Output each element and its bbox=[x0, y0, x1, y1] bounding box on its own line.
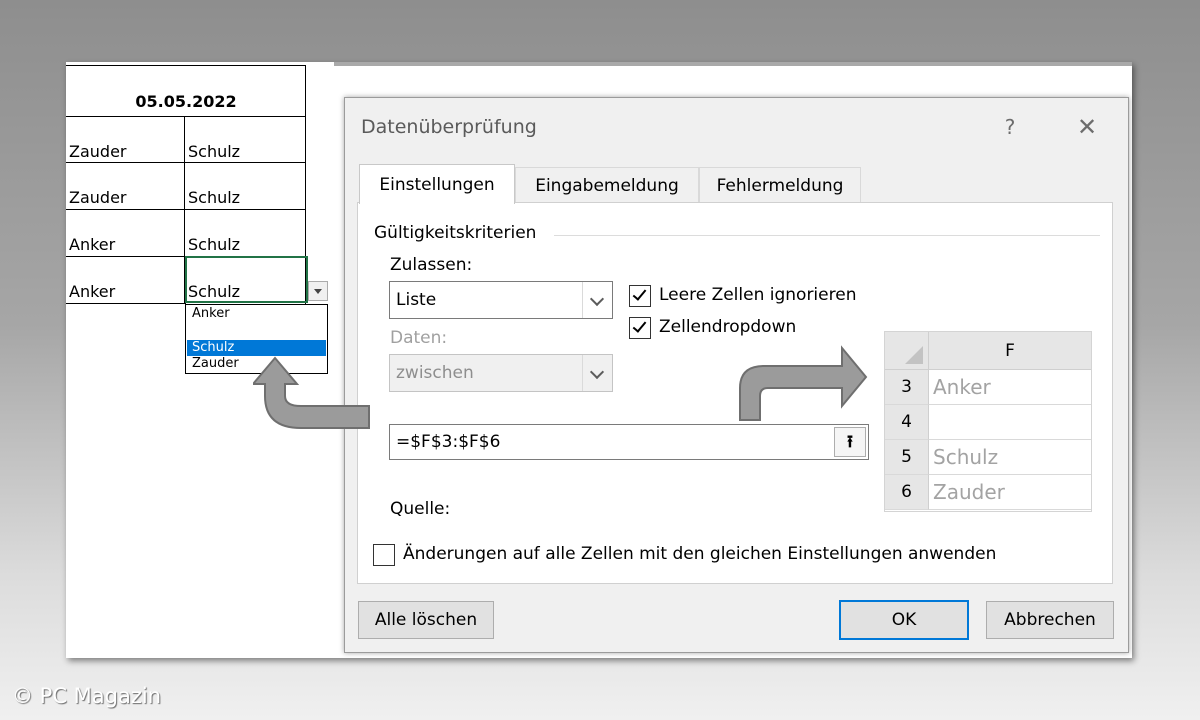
allow-label: Zulassen: bbox=[390, 255, 473, 275]
validation-criteria-label: Gültigkeitskriterien bbox=[374, 223, 547, 243]
row-header: 5 bbox=[885, 440, 929, 475]
range-cell: Anker bbox=[929, 370, 1091, 405]
grid-line bbox=[66, 303, 186, 304]
data-value: zwischen bbox=[396, 363, 474, 383]
cell-dropdown-button[interactable] bbox=[308, 281, 328, 301]
group-divider bbox=[554, 235, 1100, 236]
range-cell bbox=[929, 405, 1091, 440]
in-cell-dropdown-label[interactable]: Zellendropdown bbox=[659, 317, 796, 337]
range-cell: Schulz bbox=[929, 440, 1091, 475]
checkmark-icon bbox=[632, 318, 647, 333]
dropdown-option[interactable]: Anker bbox=[187, 306, 326, 322]
cell-name-a[interactable]: Anker bbox=[69, 282, 115, 301]
cell-name-b[interactable]: Schulz bbox=[188, 235, 240, 254]
row-header: 3 bbox=[885, 370, 929, 405]
column-header: F bbox=[929, 332, 1091, 370]
clear-all-button[interactable]: Alle löschen bbox=[358, 601, 494, 639]
cell-name-a[interactable]: Anker bbox=[69, 235, 115, 254]
allow-value: Liste bbox=[396, 290, 437, 310]
dropdown-option[interactable] bbox=[187, 323, 326, 339]
help-button[interactable]: ? bbox=[995, 112, 1025, 142]
watermark: © PC Magazin bbox=[12, 684, 162, 708]
checkmark-icon bbox=[632, 286, 647, 301]
data-label: Daten: bbox=[390, 328, 448, 348]
arrow-to-dropdown-icon bbox=[253, 356, 370, 429]
grid-line bbox=[66, 209, 306, 210]
dropdown-option-selected[interactable]: Schulz bbox=[187, 340, 326, 356]
grid-line bbox=[66, 65, 306, 66]
ignore-blank-checkbox[interactable] bbox=[629, 285, 651, 307]
source-input[interactable]: =$F$3:$F$6 ⭱ bbox=[389, 424, 869, 460]
apply-all-label[interactable]: Änderungen auf alle Zellen mit den gleic… bbox=[403, 544, 996, 564]
collapse-dialog-icon[interactable]: ⭱ bbox=[834, 427, 866, 457]
cancel-button[interactable]: Abbrechen bbox=[986, 601, 1114, 639]
chevron-down-icon bbox=[589, 364, 605, 380]
tab-error-alert[interactable]: Fehlermeldung bbox=[699, 167, 861, 203]
source-range-preview: F 3 Anker 4 5 Schulz 6 Zauder bbox=[884, 331, 1092, 512]
data-select: zwischen bbox=[389, 354, 613, 392]
select-all-corner bbox=[885, 332, 929, 370]
dialog-title: Datenüberprüfung bbox=[361, 116, 537, 138]
close-icon[interactable]: ✕ bbox=[1070, 112, 1104, 142]
date-header: 05.05.2022 bbox=[135, 92, 237, 111]
sheet-window-edge bbox=[334, 62, 1132, 66]
grid-line bbox=[66, 116, 306, 117]
cell-name-a[interactable]: Zauder bbox=[69, 142, 126, 161]
row-header: 4 bbox=[885, 405, 929, 440]
grid-line bbox=[66, 162, 306, 163]
row-header: 6 bbox=[885, 475, 929, 510]
chevron-down-icon bbox=[589, 291, 605, 307]
tab-settings[interactable]: Einstellungen bbox=[359, 164, 515, 204]
apply-all-checkbox[interactable] bbox=[373, 544, 395, 566]
arrow-to-preview-icon bbox=[739, 345, 868, 421]
in-cell-dropdown-checkbox[interactable] bbox=[629, 317, 651, 339]
allow-dropdown-button[interactable] bbox=[582, 282, 612, 318]
ok-button[interactable]: OK bbox=[839, 600, 969, 640]
cell-name-b[interactable]: Schulz bbox=[188, 142, 240, 161]
allow-select[interactable]: Liste bbox=[389, 281, 613, 319]
range-cell: Zauder bbox=[929, 475, 1091, 510]
source-value: =$F$3:$F$6 bbox=[396, 432, 501, 452]
ignore-blank-label[interactable]: Leere Zellen ignorieren bbox=[659, 285, 856, 305]
cell-name-a[interactable]: Zauder bbox=[69, 188, 126, 207]
cell-name-b[interactable]: Schulz bbox=[188, 188, 240, 207]
data-dropdown-button bbox=[582, 355, 612, 391]
tab-input-message[interactable]: Eingabemeldung bbox=[515, 167, 699, 203]
source-label: Quelle: bbox=[390, 499, 451, 519]
cell-name-b[interactable]: Schulz bbox=[188, 282, 240, 301]
